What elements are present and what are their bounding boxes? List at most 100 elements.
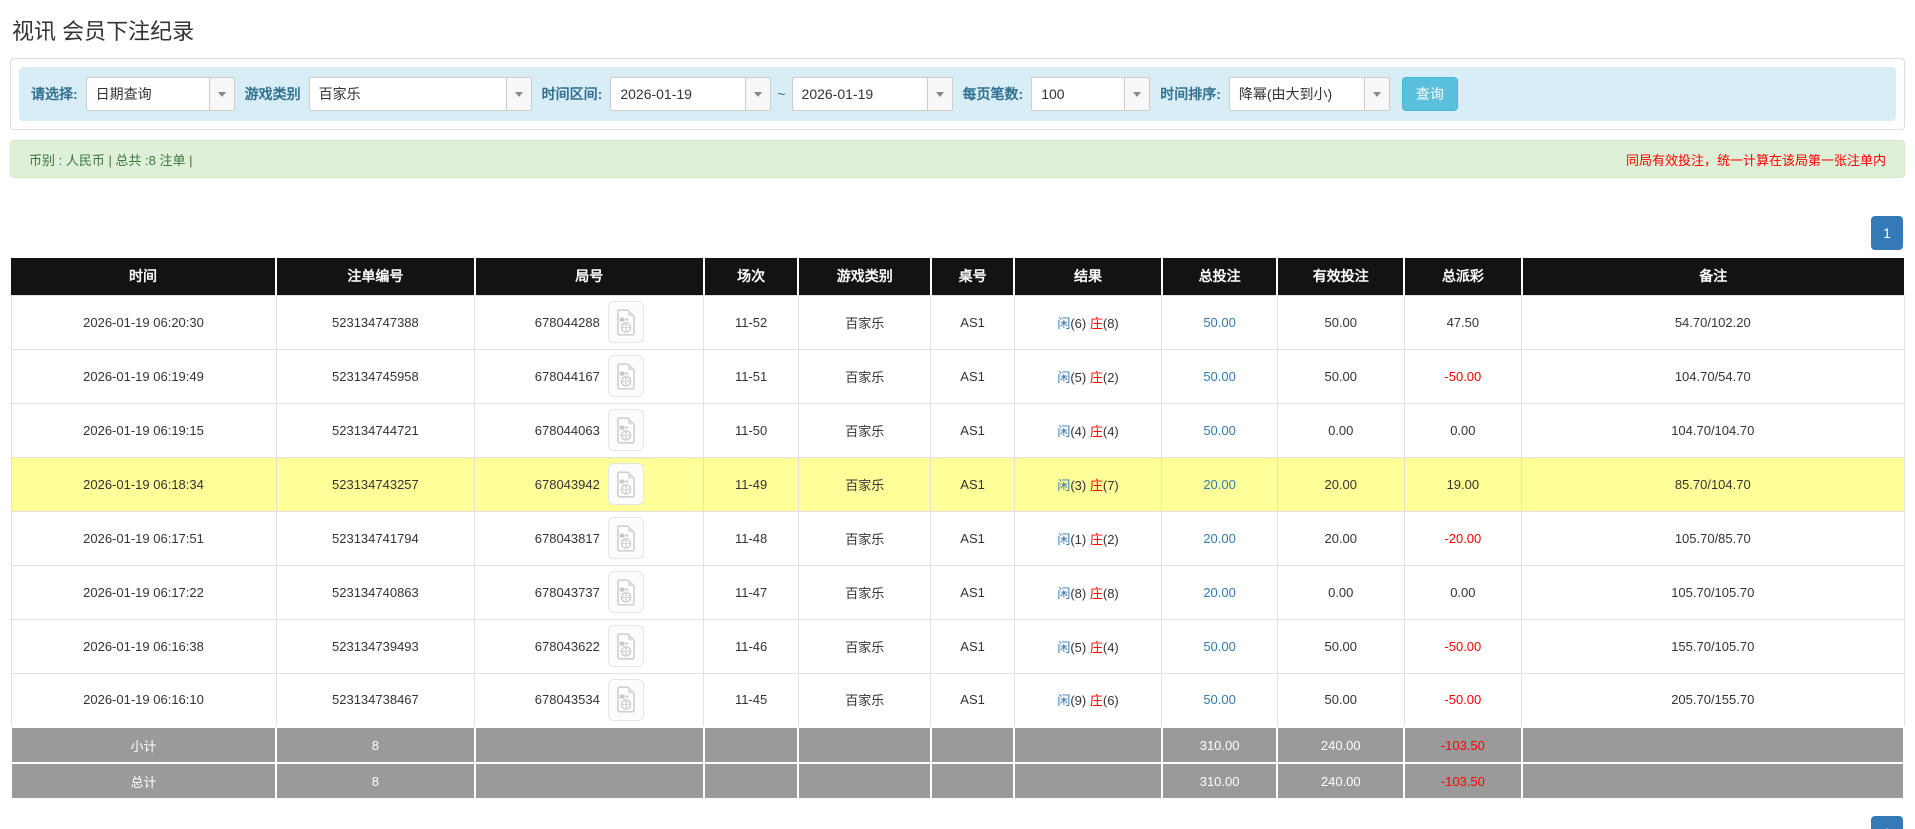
query-type-combo[interactable]: 日期查询 bbox=[85, 77, 235, 111]
result-player-label: 闲 bbox=[1057, 315, 1071, 331]
cell-game-type: 百家乐 bbox=[797, 510, 932, 566]
total-total-bet: 310.00 bbox=[1160, 762, 1279, 800]
video-replay-icon[interactable] bbox=[607, 678, 644, 721]
cell-table-no: AS1 bbox=[930, 564, 1015, 620]
page-1-button-bottom[interactable]: 1 bbox=[1871, 816, 1903, 829]
game-type-value[interactable]: 百家乐 bbox=[310, 78, 506, 110]
date-from-combo[interactable]: 2026-01-19 bbox=[610, 77, 772, 111]
subtotal-payout: -103.50 bbox=[1403, 726, 1523, 764]
total-count: 8 bbox=[275, 762, 476, 800]
cell-payout: -50.00 bbox=[1403, 672, 1523, 728]
time-sort-value[interactable]: 降幂(由大到小) bbox=[1230, 78, 1364, 110]
cell-game-type: 百家乐 bbox=[797, 402, 932, 458]
search-button[interactable]: 查询 bbox=[1401, 77, 1458, 111]
result-banker-score: (8) bbox=[1102, 315, 1119, 331]
subtotal-valid-bet: 240.00 bbox=[1276, 726, 1406, 764]
cell-result: 闲(3) 庄(7) bbox=[1013, 456, 1163, 512]
video-replay-icon[interactable] bbox=[607, 463, 644, 505]
table-row: 2026-01-19 06:19:49 523134745958 6780441… bbox=[10, 348, 1905, 404]
subtotal-label: 小计 bbox=[9, 726, 278, 764]
result-player-score: (6) bbox=[1070, 315, 1087, 331]
bet-records-table: 时间 注单编号 局号 场次 游戏类别 桌号 结果 总投注 有效投注 总派彩 备注… bbox=[9, 258, 1906, 800]
page-size-dropdown-button[interactable] bbox=[1124, 78, 1150, 110]
col-round-id: 局号 bbox=[474, 258, 705, 295]
game-type-label: 游戏类别 bbox=[244, 86, 301, 102]
result-player-score: (9) bbox=[1070, 693, 1087, 709]
table-row: 2026-01-19 06:16:10 523134738467 6780435… bbox=[10, 672, 1905, 728]
cell-session: 11-45 bbox=[703, 672, 799, 728]
cell-valid-bet: 50.00 bbox=[1276, 672, 1405, 728]
round-id-value: 678043737 bbox=[534, 584, 600, 600]
result-banker-score: (2) bbox=[1102, 369, 1119, 385]
cell-time: 2026-01-19 06:16:38 bbox=[10, 618, 277, 674]
video-replay-icon[interactable] bbox=[607, 625, 644, 667]
cell-session: 11-48 bbox=[703, 510, 799, 566]
result-player-label: 闲 bbox=[1057, 639, 1071, 655]
time-sort-combo[interactable]: 降幂(由大到小) bbox=[1228, 77, 1390, 111]
page-size-value[interactable]: 100 bbox=[1032, 78, 1124, 110]
date-from-dropdown-button[interactable] bbox=[745, 78, 771, 110]
cell-round-id: 678044167 bbox=[474, 348, 705, 404]
cell-total-bet[interactable]: 20.00 bbox=[1161, 564, 1278, 620]
date-from-value[interactable]: 2026-01-19 bbox=[611, 78, 745, 110]
video-replay-icon[interactable] bbox=[607, 301, 644, 343]
result-player-score: (5) bbox=[1070, 369, 1087, 385]
cell-total-bet[interactable]: 50.00 bbox=[1161, 672, 1278, 728]
chevron-down-icon bbox=[217, 91, 226, 97]
round-id-value: 678044063 bbox=[534, 422, 600, 438]
cell-round-id: 678044063 bbox=[474, 402, 705, 458]
total-row: 总计 8 310.00 240.00 -103.50 bbox=[9, 762, 1906, 800]
cell-total-bet[interactable]: 50.00 bbox=[1161, 294, 1278, 350]
cell-valid-bet: 0.00 bbox=[1276, 564, 1405, 620]
result-player-score: (1) bbox=[1070, 531, 1087, 547]
video-replay-icon[interactable] bbox=[607, 571, 644, 613]
cell-valid-bet: 20.00 bbox=[1276, 456, 1405, 512]
cell-total-bet[interactable]: 50.00 bbox=[1161, 348, 1278, 404]
cell-session: 11-50 bbox=[703, 402, 799, 458]
pagination-bottom: 1 bbox=[12, 816, 1903, 829]
cell-order-id: 523134739493 bbox=[275, 618, 476, 674]
time-range-label: 时间区间: bbox=[541, 86, 603, 102]
cell-remark: 205.70/155.70 bbox=[1521, 672, 1905, 728]
cell-session: 11-46 bbox=[703, 618, 799, 674]
cell-remark: 105.70/85.70 bbox=[1521, 510, 1905, 566]
video-replay-icon[interactable] bbox=[607, 517, 644, 559]
cell-table-no: AS1 bbox=[930, 402, 1015, 458]
cell-valid-bet: 50.00 bbox=[1276, 348, 1405, 404]
cell-time: 2026-01-19 06:18:34 bbox=[10, 456, 277, 512]
cell-payout: 47.50 bbox=[1403, 294, 1523, 350]
cell-total-bet[interactable]: 20.00 bbox=[1161, 510, 1278, 566]
cell-total-bet[interactable]: 50.00 bbox=[1161, 618, 1278, 674]
result-player-label: 闲 bbox=[1057, 369, 1071, 385]
total-valid-bet: 240.00 bbox=[1276, 762, 1406, 800]
table-row: 2026-01-19 06:20:30 523134747388 6780442… bbox=[10, 294, 1905, 350]
query-type-dropdown-button[interactable] bbox=[208, 78, 234, 110]
game-type-dropdown-button[interactable] bbox=[505, 78, 531, 110]
date-to-dropdown-button[interactable] bbox=[926, 78, 952, 110]
page-size-combo[interactable]: 100 bbox=[1031, 77, 1151, 111]
table-row: 2026-01-19 06:18:34 523134743257 6780439… bbox=[10, 456, 1905, 512]
time-sort-dropdown-button[interactable] bbox=[1363, 78, 1389, 110]
video-replay-icon[interactable] bbox=[607, 409, 644, 451]
date-to-value[interactable]: 2026-01-19 bbox=[793, 78, 927, 110]
result-banker-score: (4) bbox=[1102, 423, 1119, 439]
cell-game-type: 百家乐 bbox=[797, 672, 932, 728]
page-1-button[interactable]: 1 bbox=[1871, 216, 1903, 250]
cell-round-id: 678043942 bbox=[474, 456, 705, 512]
col-time: 时间 bbox=[11, 258, 278, 295]
game-type-combo[interactable]: 百家乐 bbox=[308, 77, 532, 111]
cell-total-bet[interactable]: 20.00 bbox=[1161, 456, 1278, 512]
date-to-combo[interactable]: 2026-01-19 bbox=[791, 77, 953, 111]
date-range-separator: ~ bbox=[777, 86, 786, 102]
cell-remark: 85.70/104.70 bbox=[1521, 456, 1905, 512]
video-replay-icon[interactable] bbox=[607, 355, 644, 397]
cell-game-type: 百家乐 bbox=[797, 456, 932, 512]
cell-total-bet[interactable]: 50.00 bbox=[1161, 402, 1278, 458]
query-type-value[interactable]: 日期查询 bbox=[87, 78, 209, 110]
cell-valid-bet: 50.00 bbox=[1276, 618, 1405, 674]
cell-remark: 155.70/105.70 bbox=[1521, 618, 1905, 674]
cell-session: 11-52 bbox=[703, 294, 799, 350]
result-player-label: 闲 bbox=[1057, 423, 1071, 439]
cell-result: 闲(5) 庄(2) bbox=[1013, 348, 1163, 404]
result-banker-score: (8) bbox=[1102, 585, 1119, 601]
